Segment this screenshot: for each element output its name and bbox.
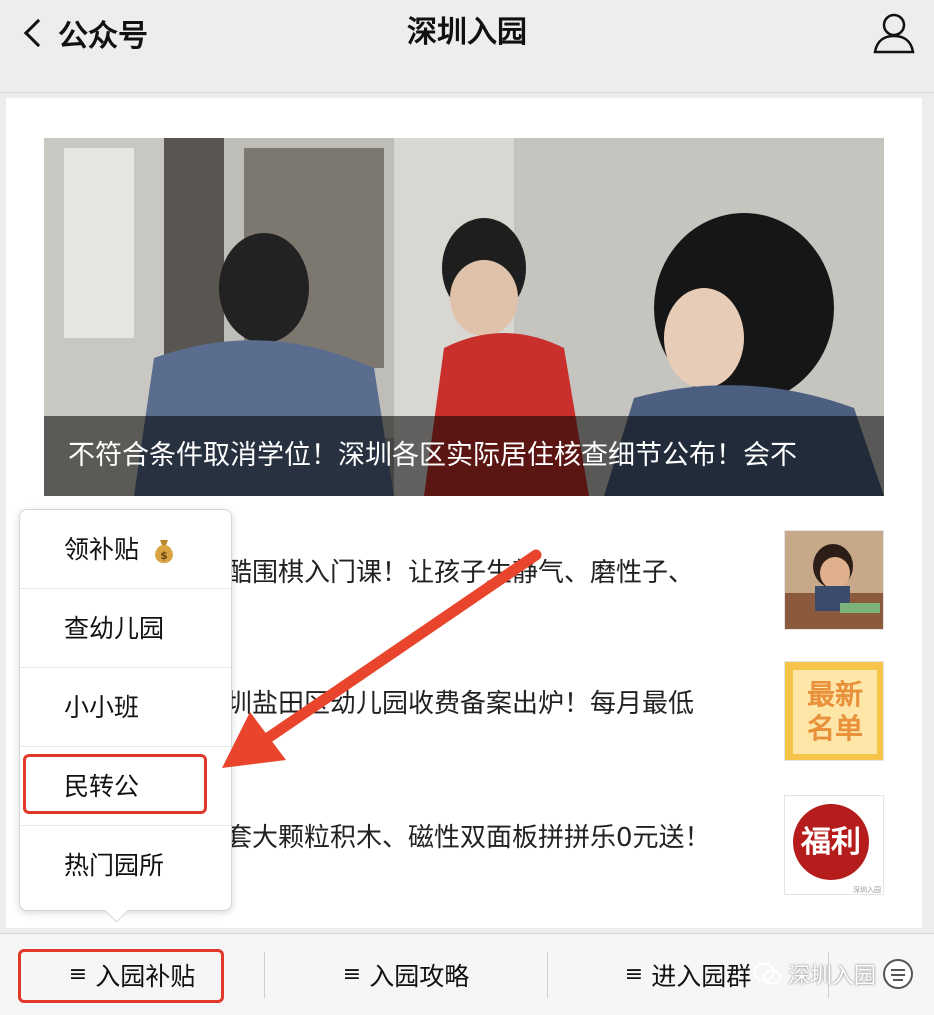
annotation-arrow: [222, 549, 542, 768]
